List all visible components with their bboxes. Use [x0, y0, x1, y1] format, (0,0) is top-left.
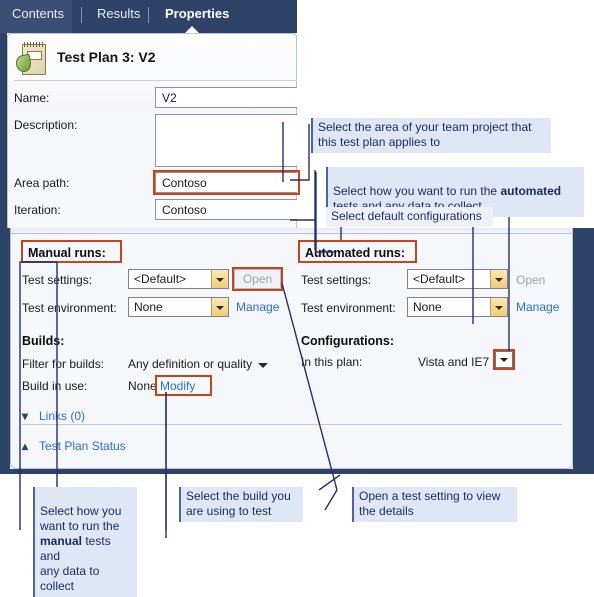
links-disclosure[interactable]: Links (0) — [39, 409, 85, 423]
manual-runs-title: Manual runs: — [28, 246, 106, 260]
bottom-chrome-strip — [0, 469, 594, 474]
build-modify-link[interactable]: Modify — [160, 379, 195, 393]
configurations-dropdown-button[interactable] — [495, 351, 513, 368]
test-plan-top-panel: Contents Results Properties Test Plan 3:… — [0, 0, 297, 228]
build-in-use-value: None — [128, 379, 157, 393]
description-label: Description: — [14, 118, 78, 132]
callout-build: Select the build you are using to test — [179, 487, 303, 522]
name-label: Name: — [14, 91, 50, 105]
manual-open-button[interactable]: Open — [234, 269, 281, 289]
left-chrome-rail — [0, 33, 7, 228]
chevron-down-icon[interactable] — [490, 298, 507, 316]
automated-manage-link[interactable]: Manage — [516, 300, 559, 314]
callout-automated-pre: Select how you want to run the — [333, 184, 501, 198]
active-tab-caret-icon — [185, 26, 199, 33]
builds-title: Builds: — [22, 334, 65, 348]
notebook-rings — [23, 42, 44, 47]
section-divider — [22, 424, 562, 425]
area-path-input[interactable]: Contoso — [155, 172, 297, 193]
automated-runs-title: Automated runs: — [305, 246, 405, 260]
automated-open-button[interactable]: Open — [516, 273, 545, 287]
build-in-use-label: Build in use: — [22, 379, 88, 393]
tab-separator — [148, 7, 149, 23]
automated-test-settings-value: <Default> — [413, 272, 466, 286]
manual-test-settings-value: <Default> — [134, 272, 187, 286]
manual-test-environment-label: Test environment: — [22, 301, 117, 315]
in-this-plan-value: Vista and IE7 — [418, 355, 490, 369]
right-chrome-rail-lower — [573, 228, 594, 474]
manual-test-environment-dropdown[interactable]: None — [128, 297, 229, 317]
chevron-down-icon[interactable] — [490, 270, 507, 288]
chevron-down-icon[interactable] — [211, 270, 228, 288]
automated-test-settings-dropdown[interactable]: <Default> — [407, 269, 508, 289]
description-input[interactable] — [155, 114, 297, 167]
page-title: Test Plan 3: V2 — [57, 49, 156, 65]
chevron-down-icon[interactable] — [258, 363, 268, 368]
in-this-plan-label: In this plan: — [301, 355, 363, 369]
test-plan-status-disclosure[interactable]: Test Plan Status — [39, 439, 126, 453]
iteration-label: Iteration: — [14, 203, 61, 217]
automated-test-environment-dropdown[interactable]: None — [407, 297, 508, 317]
chevron-down-icon[interactable] — [211, 298, 228, 316]
filter-for-builds-label: Filter for builds: — [22, 357, 105, 371]
manual-test-environment-value: None — [134, 300, 163, 314]
manual-test-settings-dropdown[interactable]: <Default> — [128, 269, 229, 289]
callout-manual-pre: Select how you want to run the — [40, 504, 122, 533]
manual-manage-link[interactable]: Manage — [236, 300, 279, 314]
status-chevron-up-icon[interactable]: ▴ — [22, 439, 28, 453]
links-chevron-down-icon[interactable]: ▾ — [22, 409, 28, 423]
manual-test-settings-label: Test settings: — [22, 273, 93, 287]
configurations-title: Configurations: — [301, 334, 395, 348]
title-divider — [14, 80, 297, 81]
callout-automated-bold: automated — [500, 184, 562, 198]
callout-open-setting: Open a test setting to view the details — [352, 487, 517, 522]
tab-properties[interactable]: Properties — [165, 6, 229, 21]
callout-manual-bold: manual — [40, 534, 83, 548]
callout-area-path: Select the area of your team project tha… — [311, 118, 551, 153]
tab-separator — [81, 7, 82, 23]
automated-test-environment-label: Test environment: — [301, 301, 396, 315]
left-chrome-rail-lower — [0, 228, 10, 474]
automated-test-settings-label: Test settings: — [301, 273, 372, 287]
tab-strip: Contents Results Properties — [0, 0, 297, 33]
area-path-label: Area path: — [14, 176, 70, 190]
callout-configurations: Select default configurations — [326, 207, 493, 227]
tab-contents[interactable]: Contents — [12, 6, 64, 21]
test-plan-icon — [14, 41, 48, 75]
automated-test-environment-value: None — [413, 300, 442, 314]
callout-manual-runs: Select how you want to run the manual te… — [33, 487, 137, 597]
tab-results[interactable]: Results — [97, 6, 140, 21]
name-input[interactable]: V2 — [155, 87, 297, 108]
filter-for-builds-value[interactable]: Any definition or quality — [128, 357, 252, 371]
iteration-input[interactable]: Contoso — [155, 199, 297, 220]
